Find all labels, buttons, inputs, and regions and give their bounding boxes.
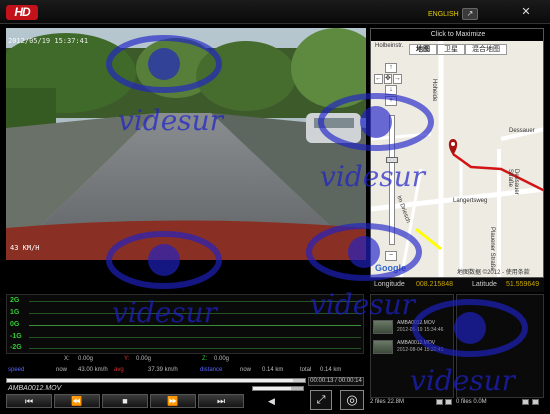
speed-now-value: 43.00 km/h: [78, 367, 108, 373]
g-level-neg1g: -1G: [10, 333, 22, 340]
current-filename: AMBA0012.MOV: [8, 385, 62, 392]
file-name: AMBA0012.MOV: [397, 340, 436, 346]
speaker-icon[interactable]: ◀: [268, 396, 275, 407]
pan-right-button[interactable]: →: [392, 74, 402, 84]
zoom-slider-thumb[interactable]: [386, 157, 398, 163]
volume-fill: [253, 387, 291, 390]
close-button[interactable]: ✕: [520, 6, 532, 18]
g-gridline: [29, 337, 361, 338]
g-level-0g: 0G: [10, 321, 20, 328]
stop-button[interactable]: ■: [102, 394, 148, 408]
map-label-plauener: Plauener Straße: [489, 227, 495, 271]
pan-up-button[interactable]: ↑: [385, 63, 397, 73]
zoom-in-button[interactable]: +: [385, 96, 397, 106]
distance-now-value: 0.14 km: [262, 367, 284, 373]
files2-status: 0 files 0.0M: [456, 399, 487, 405]
gsensor-values: X: 0.00g Y: 0.00g Z: 0.00g: [6, 355, 364, 365]
pan-center-button[interactable]: ✥: [384, 74, 392, 84]
list2-prev-button[interactable]: [522, 399, 529, 405]
list-next-button[interactable]: [445, 399, 452, 405]
g-gridline: [29, 348, 361, 349]
list-prev-button[interactable]: [436, 399, 443, 405]
list-item[interactable]: AMBA0012.MOV 2012-05-19 15:34:46: [373, 319, 453, 337]
video-speed-overlay: 43 KM/H: [10, 244, 40, 252]
g-level-neg2g: -2G: [10, 344, 22, 351]
gps-coordinates: Longitude 008.215848 Latitude 51.559649: [370, 278, 544, 292]
language-label: ENGLISH: [428, 11, 459, 18]
g-level-2g: 2G: [10, 297, 20, 304]
map-label-langertsweg: Langertsweg: [453, 198, 488, 204]
speed-avg-value: 37.39 km/h: [148, 367, 178, 373]
g-level-1g: 1G: [10, 309, 20, 316]
file-name: AMBA0012.MOV: [397, 320, 436, 326]
map-label-dessauer-strasse: Dessauer Straße: [507, 169, 519, 195]
language-button[interactable]: ↗: [462, 8, 478, 20]
distance-label: distance: [200, 367, 223, 373]
file-list-secondary: [456, 294, 544, 398]
speed-label: speed: [8, 367, 25, 373]
speed-avg-label: avg: [114, 367, 124, 373]
distance-total-value: 0.14 km: [320, 367, 342, 373]
g-gridline: [29, 313, 361, 314]
files-status: 2 files 22.8M: [370, 399, 405, 405]
zoom-out-button[interactable]: −: [385, 251, 397, 261]
list2-next-button[interactable]: [532, 399, 539, 405]
map-nav-control: ↑ ← ✥ → ↓ +: [374, 63, 402, 107]
g-zero-line: [29, 325, 361, 326]
file-date: 2012-05-19 15:34:46: [397, 327, 444, 333]
map-label-holbein: Holbeinstr.: [375, 43, 404, 49]
map-tabs: 地图 卫星 混合地图: [409, 44, 507, 55]
distance-now-label: now: [240, 367, 252, 373]
distance-total-label: total: [300, 367, 312, 373]
seek-bar[interactable]: [6, 378, 306, 383]
skip-back-button[interactable]: ⏮: [6, 394, 52, 408]
video-timestamp: 2012/05/19 15:37:41: [8, 37, 89, 45]
zoom-slider-track[interactable]: [389, 115, 395, 245]
map-panel[interactable]: Click to Maximize 地图 卫星 混合地图 ↑ ← ✥ → ↓ +…: [370, 28, 544, 278]
map-tab-map[interactable]: 地图: [409, 44, 437, 55]
z-label: Z:: [202, 356, 208, 362]
file-thumbnail: [373, 320, 393, 334]
gsensor-graph: 2G 1G 0G -1G -2G: [6, 294, 364, 354]
pan-left-button[interactable]: ←: [374, 74, 383, 84]
playback-controls: ⏮ ⏪ ■ ⏩ ⏭: [6, 394, 244, 408]
longitude-label: Longitude: [374, 281, 405, 288]
google-logo: Google: [375, 263, 406, 273]
y-value: 0.00g: [136, 356, 152, 362]
fast-forward-button[interactable]: ⏩: [150, 394, 196, 408]
map-maximize-label[interactable]: Click to Maximize: [371, 29, 543, 41]
app-logo: HD: [6, 5, 38, 20]
rewind-button[interactable]: ⏪: [54, 394, 100, 408]
playback-time: 00:00:13 / 00:00:14: [308, 377, 364, 386]
speed-now-label: now: [56, 367, 68, 373]
x-label: X:: [64, 356, 70, 362]
volume-slider[interactable]: [252, 386, 304, 391]
title-bar: HD ENGLISH ↗ ✕: [0, 0, 550, 24]
longitude-value: 008.215848: [416, 281, 453, 288]
seek-bar-fill: [7, 379, 294, 382]
pan-down-button[interactable]: ↓: [385, 85, 397, 95]
file-thumbnail: [373, 340, 393, 354]
map-tab-hybrid[interactable]: 混合地图: [465, 44, 507, 55]
snapshot-button[interactable]: ◎: [340, 390, 364, 410]
g-gridline: [29, 301, 361, 302]
list-item[interactable]: AMBA0012.MOV 2012-08-04 15:32:41: [373, 339, 453, 357]
latitude-value: 51.559649: [506, 281, 540, 288]
x-value: 0.00g: [78, 356, 94, 362]
latitude-label: Latitude: [472, 281, 497, 288]
z-value: 0.00g: [214, 356, 230, 362]
fullscreen-button[interactable]: ⤢: [310, 390, 332, 410]
map-copyright[interactable]: 地图数据 ©2012 - 使用条款: [457, 267, 530, 276]
skip-forward-button[interactable]: ⏭: [198, 394, 244, 408]
map-label-dessauer: Dessauer: [509, 128, 535, 134]
file-list: AMBA0012.MOV 2012-05-19 15:34:46 AMBA001…: [370, 294, 454, 398]
y-label: Y:: [124, 356, 130, 362]
file-date: 2012-08-04 15:32:41: [397, 347, 444, 353]
map-tab-satellite[interactable]: 卫星: [437, 44, 465, 55]
speed-stats: speed now 43.00 km/h avg 37.39 km/h dist…: [6, 366, 364, 376]
video-frame: [6, 28, 366, 260]
map-label-hoheide: Hoheide: [431, 79, 437, 102]
video-player[interactable]: 2012/05/19 15:37:41 43 KM/H: [6, 28, 366, 260]
